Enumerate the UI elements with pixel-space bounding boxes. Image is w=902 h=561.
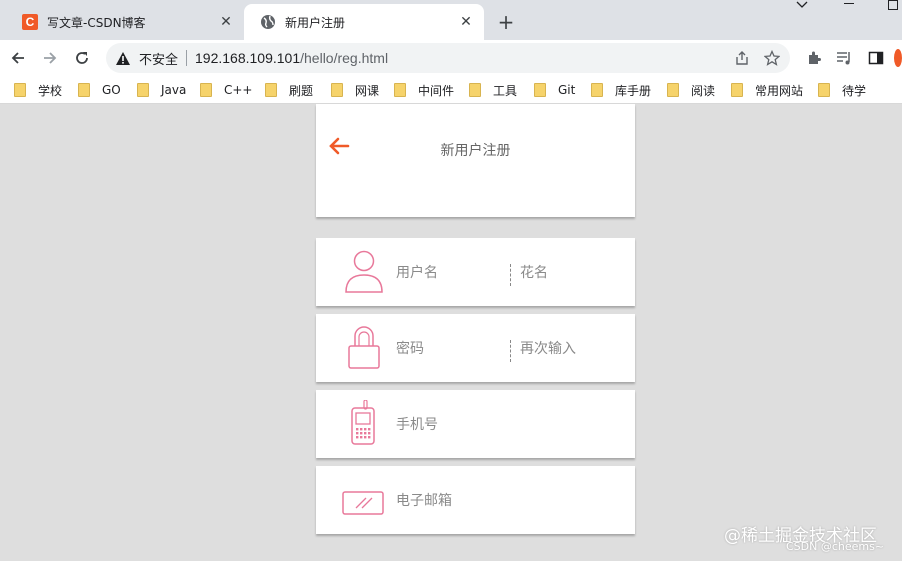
chevron-down-icon[interactable] xyxy=(794,0,810,12)
bookmark-folder[interactable]: Git xyxy=(534,81,575,99)
header-card: 新用户注册 xyxy=(316,104,635,217)
reload-icon[interactable] xyxy=(70,46,94,70)
forward-icon[interactable] xyxy=(38,46,62,70)
tab-csdn[interactable]: C 写文章-CSDN博客 ✕ xyxy=(6,4,244,40)
bookmark-label: 学校 xyxy=(38,83,63,98)
email-card-icon xyxy=(342,491,384,515)
user-icon xyxy=(345,250,383,293)
new-tab-button[interactable]: + xyxy=(494,10,518,34)
folder-icon xyxy=(137,83,149,97)
form-row-phone: 手机号 xyxy=(316,390,635,458)
field-divider xyxy=(510,264,511,286)
security-label: 不安全 xyxy=(139,52,179,68)
field-divider xyxy=(510,340,511,362)
maximize-icon[interactable] xyxy=(886,0,900,14)
bookmark-folder[interactable]: 工具 xyxy=(469,81,517,99)
form-row-username: 用户名 花名 xyxy=(316,238,635,306)
bookmark-label: 库手册 xyxy=(615,83,652,98)
folder-icon xyxy=(265,83,277,97)
folder-icon xyxy=(331,83,343,97)
phone-input[interactable]: 手机号 xyxy=(396,390,596,458)
password-input[interactable]: 密码 xyxy=(396,314,506,382)
mobile-phone-icon xyxy=(351,400,375,445)
media-control-icon[interactable] xyxy=(834,48,854,68)
bookmark-folder[interactable]: 阅读 xyxy=(667,81,715,99)
folder-icon xyxy=(394,83,406,97)
folder-icon xyxy=(591,83,603,97)
form-row-password: 密码 再次输入 xyxy=(316,314,635,382)
page-content: 新用户注册 用户名 花名 密码 再次输入 手机号 电子邮箱 xyxy=(0,104,902,561)
side-panel-icon[interactable] xyxy=(866,48,886,68)
watermark-csdn: CSDN @cheems~ xyxy=(786,540,885,553)
close-icon[interactable]: ✕ xyxy=(458,14,474,30)
bookmark-folder[interactable]: 常用网站 xyxy=(731,81,803,99)
bookmark-label: GO xyxy=(102,83,121,97)
username-input[interactable]: 用户名 xyxy=(396,238,506,306)
url-path: /hello/reg.html xyxy=(300,50,389,66)
warning-icon[interactable] xyxy=(116,50,132,66)
bookmark-folder[interactable]: 库手册 xyxy=(591,81,651,99)
bookmark-label: 工具 xyxy=(493,83,518,98)
folder-icon xyxy=(667,83,679,97)
folder-icon xyxy=(818,83,830,97)
folder-icon xyxy=(731,83,743,97)
bookmark-label: 刷题 xyxy=(289,83,314,98)
lock-icon xyxy=(348,326,380,369)
bookmark-folder[interactable]: 刷题 xyxy=(265,81,313,99)
url-text: 192.168.109.101/hello/reg.html xyxy=(195,50,388,66)
bookmark-label: 网课 xyxy=(355,83,380,98)
tab-register[interactable]: 新用户注册 ✕ xyxy=(244,4,484,40)
share-icon[interactable] xyxy=(734,50,750,66)
folder-icon xyxy=(14,83,26,97)
nickname-input[interactable]: 花名 xyxy=(520,238,630,306)
folder-icon xyxy=(78,83,90,97)
profile-avatar-icon[interactable] xyxy=(894,48,902,68)
bookmark-label: 常用网站 xyxy=(755,83,804,98)
star-icon[interactable] xyxy=(764,50,780,66)
bookmark-folder[interactable]: 学校 xyxy=(14,81,62,99)
folder-icon xyxy=(200,83,212,97)
bookmark-folder[interactable]: GO xyxy=(78,81,121,99)
bookmark-folder[interactable]: 中间件 xyxy=(394,81,454,99)
csdn-logo-icon: C xyxy=(22,14,38,30)
page-title-text: 新用户注册 xyxy=(440,143,511,159)
minimize-icon[interactable] xyxy=(842,0,856,14)
page-title: 新用户注册 xyxy=(316,140,635,160)
close-icon[interactable]: ✕ xyxy=(218,14,234,30)
url-host: 192.168.109.101 xyxy=(195,50,301,66)
bookmarks-bar: 学校 GO Java C++ 刷题 网课 中间件 工具 Git 库手册 阅读 常… xyxy=(0,76,902,104)
folder-icon xyxy=(469,83,481,97)
bookmark-label: Java xyxy=(161,83,187,97)
tab-strip: C 写文章-CSDN博客 ✕ 新用户注册 ✕ + xyxy=(0,0,902,40)
back-icon[interactable] xyxy=(6,46,30,70)
confirm-password-input[interactable]: 再次输入 xyxy=(520,314,630,382)
address-bar[interactable]: 不安全 192.168.109.101/hello/reg.html xyxy=(106,43,790,73)
extensions-icon[interactable] xyxy=(804,48,824,68)
bookmark-label: 待学 xyxy=(842,83,867,98)
globe-icon xyxy=(261,15,275,29)
bookmark-label: 阅读 xyxy=(691,83,716,98)
folder-icon xyxy=(534,83,546,97)
bookmark-folder[interactable]: Java xyxy=(137,81,186,99)
bookmark-label: 中间件 xyxy=(418,83,455,98)
email-input[interactable]: 电子邮箱 xyxy=(396,466,596,534)
address-separator xyxy=(186,50,188,66)
bookmark-folder[interactable]: 待学 xyxy=(818,81,866,99)
tab-title: 新用户注册 xyxy=(285,15,346,30)
bookmark-label: C++ xyxy=(224,83,253,97)
address-toolbar: 不安全 192.168.109.101/hello/reg.html xyxy=(0,40,902,76)
bookmark-folder[interactable]: C++ xyxy=(200,81,253,99)
bookmark-folder[interactable]: 网课 xyxy=(331,81,379,99)
tab-title: 写文章-CSDN博客 xyxy=(47,15,146,30)
form-row-email: 电子邮箱 xyxy=(316,466,635,534)
bookmark-label: Git xyxy=(558,83,576,97)
